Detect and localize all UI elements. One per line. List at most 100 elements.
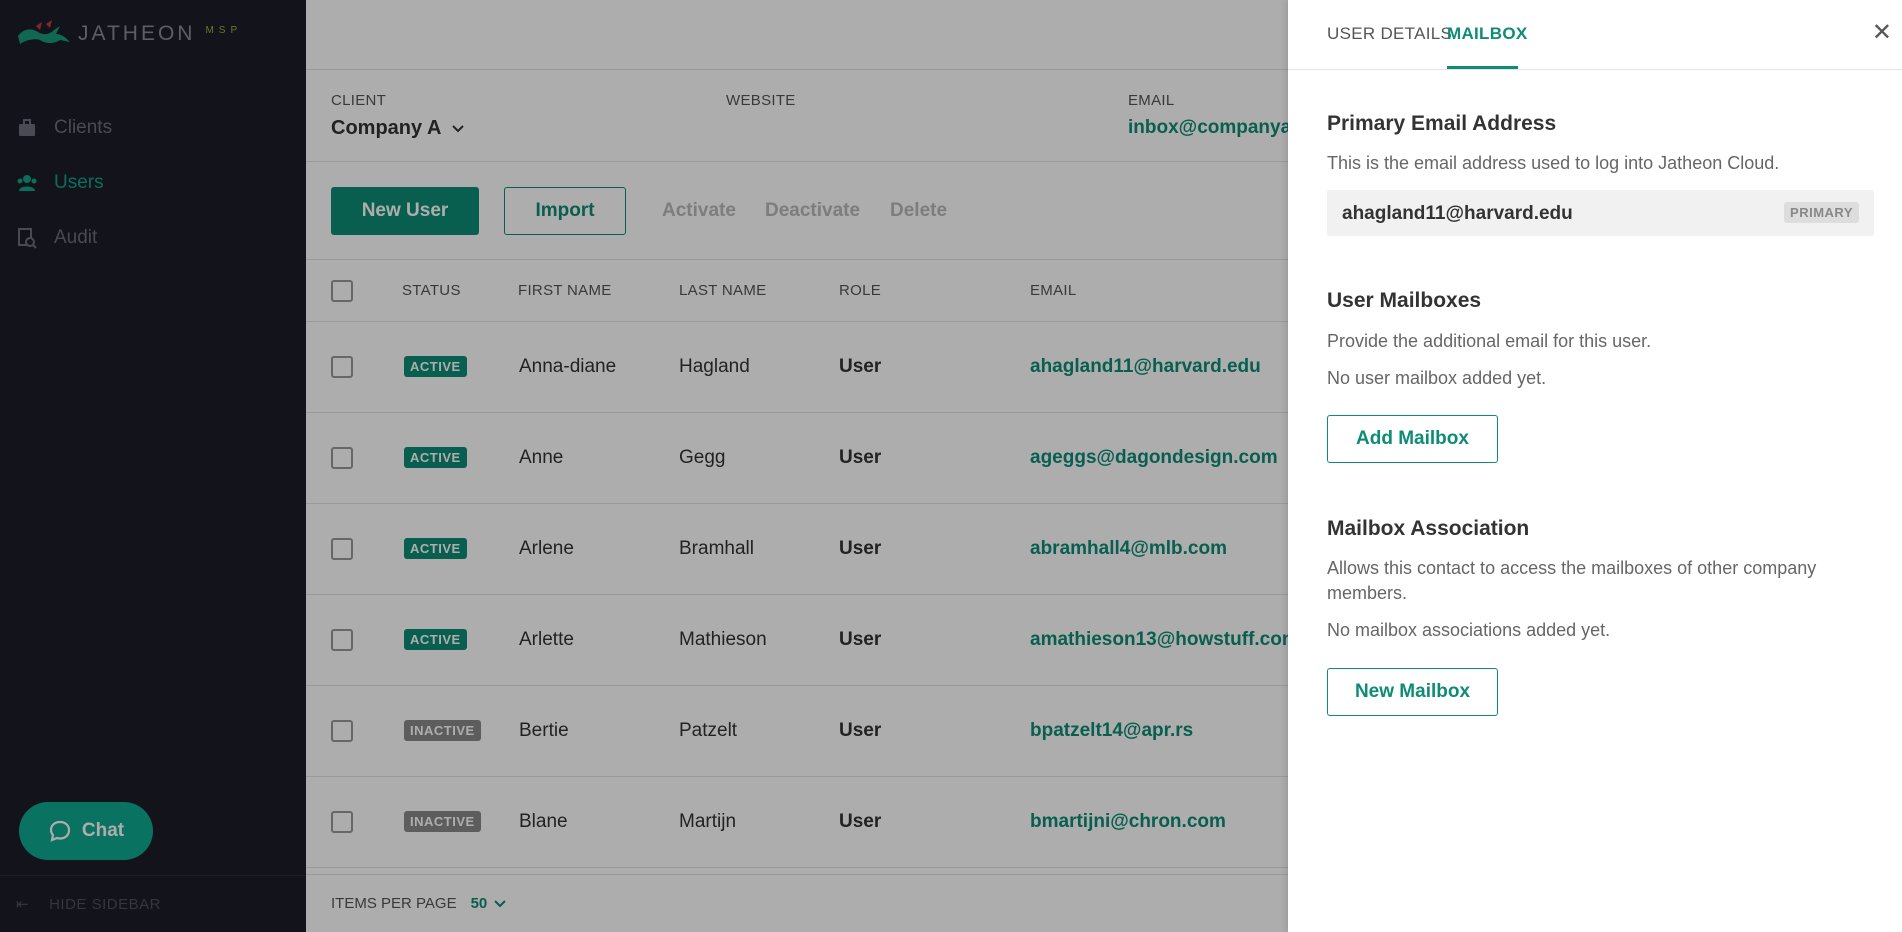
header-last-name[interactable]: LAST NAME: [679, 282, 766, 299]
chat-bubble-icon: [49, 820, 70, 842]
sidebar-item-audit[interactable]: Audit: [0, 210, 306, 265]
close-icon[interactable]: ✕: [1872, 18, 1892, 47]
email-field: EMAIL inbox@companya.: [1128, 92, 1296, 139]
client-email-link[interactable]: inbox@companya.: [1128, 117, 1296, 139]
audit-search-icon: [16, 227, 38, 249]
last-name-cell: Martijn: [679, 811, 737, 832]
last-name-cell: Mathieson: [679, 629, 767, 650]
primary-email-box: ahagland11@harvard.edu PRIMARY: [1327, 190, 1874, 236]
role-cell: User: [839, 447, 882, 468]
first-name-cell: Anne: [519, 447, 564, 468]
row-checkbox[interactable]: [331, 538, 353, 560]
first-name-cell: Arlene: [519, 538, 574, 559]
mailbox-association-empty: No mailbox associations added yet.: [1327, 620, 1611, 640]
status-badge: INACTIVE: [404, 720, 481, 741]
row-checkbox[interactable]: [331, 356, 353, 378]
first-name-cell: Arlette: [519, 629, 574, 650]
logo[interactable]: JATHEON MSP: [16, 20, 242, 48]
sidebar-nav: Clients Users Audit: [0, 100, 306, 265]
role-cell: User: [839, 356, 882, 377]
active-tab-indicator: [1447, 66, 1518, 69]
sidebar-item-users[interactable]: Users: [0, 155, 306, 210]
status-badge: ACTIVE: [404, 447, 467, 468]
deactivate-button[interactable]: Deactivate: [765, 200, 860, 222]
mailbox-association-title: Mailbox Association: [1327, 517, 1530, 540]
select-all-checkbox[interactable]: [331, 280, 353, 302]
hide-sidebar-button[interactable]: ⇤ HIDE SIDEBAR: [0, 875, 306, 932]
status-badge: ACTIVE: [404, 629, 467, 650]
logo-text: JATHEON: [78, 22, 196, 45]
email-cell[interactable]: bmartijni@chron.com: [1030, 811, 1226, 833]
dragon-logo-icon: [18, 20, 70, 44]
hide-sidebar-label: HIDE SIDEBAR: [49, 895, 161, 913]
header-first-name[interactable]: FIRST NAME: [518, 282, 612, 299]
chat-button[interactable]: Chat: [19, 802, 153, 860]
tab-mailbox[interactable]: MAILBOX: [1447, 24, 1527, 44]
primary-email-title: Primary Email Address: [1327, 112, 1557, 135]
client-value: Company A: [331, 117, 442, 139]
primary-email-desc: This is the email address used to log in…: [1327, 153, 1780, 173]
user-mailboxes-desc: Provide the additional email for this us…: [1327, 331, 1652, 351]
role-cell: User: [839, 720, 882, 741]
row-checkbox[interactable]: [331, 447, 353, 469]
row-checkbox[interactable]: [331, 811, 353, 833]
sidebar-item-label: Users: [54, 171, 104, 193]
last-name-cell: Patzelt: [679, 720, 738, 741]
website-label: WEBSITE: [726, 92, 796, 109]
first-name-cell: Anna-diane: [519, 356, 617, 377]
chevron-down-icon: [452, 124, 465, 132]
row-checkbox[interactable]: [331, 629, 353, 651]
first-name-cell: Bertie: [519, 720, 569, 741]
sidebar-item-label: Clients: [54, 116, 113, 138]
panel-tabs: USER DETAILS MAILBOX ✕: [1288, 0, 1902, 70]
briefcase-icon: [16, 117, 38, 139]
header-role[interactable]: ROLE: [839, 282, 881, 299]
last-name-cell: Gegg: [679, 447, 726, 468]
user-detail-panel: USER DETAILS MAILBOX ✕ Primary Email Add…: [1288, 0, 1902, 932]
email-cell[interactable]: abramhall4@mlb.com: [1030, 538, 1227, 560]
primary-badge: PRIMARY: [1784, 202, 1859, 223]
email-cell[interactable]: bpatzelt14@apr.rs: [1030, 720, 1193, 742]
sidebar-item-clients[interactable]: Clients: [0, 100, 306, 155]
items-per-page-label: ITEMS PER PAGE: [331, 895, 457, 912]
user-mailboxes-title: User Mailboxes: [1327, 289, 1482, 312]
items-per-page-select[interactable]: 50: [471, 895, 508, 912]
status-badge: INACTIVE: [404, 811, 481, 832]
activate-button[interactable]: Activate: [662, 200, 736, 222]
sidebar-item-label: Audit: [54, 226, 98, 248]
first-name-cell: Blane: [519, 811, 568, 832]
new-mailbox-button[interactable]: New Mailbox: [1327, 668, 1498, 716]
header-email[interactable]: EMAIL: [1030, 282, 1077, 299]
user-mailboxes-empty: No user mailbox added yet.: [1327, 368, 1547, 388]
email-cell[interactable]: amathieson13@howstuff.com: [1030, 629, 1299, 651]
email-label: EMAIL: [1128, 92, 1175, 109]
logo-subtext: MSP: [205, 24, 243, 36]
collapse-left-icon: ⇤: [16, 896, 30, 913]
delete-button[interactable]: Delete: [890, 200, 947, 222]
role-cell: User: [839, 811, 882, 832]
row-checkbox[interactable]: [331, 720, 353, 742]
last-name-cell: Bramhall: [679, 538, 754, 559]
mailbox-association-desc: Allows this contact to access the mailbo…: [1327, 558, 1817, 603]
sidebar: JATHEON MSP Clients Users Audit Chat ⇤ H…: [0, 0, 306, 932]
client-field: CLIENT Company A: [331, 92, 465, 140]
primary-email-value: ahagland11@harvard.edu: [1342, 203, 1573, 224]
users-icon: [16, 172, 38, 194]
items-per-page-value: 50: [470, 895, 488, 912]
tab-user-details[interactable]: USER DETAILS: [1327, 24, 1452, 44]
client-select[interactable]: Company A: [331, 117, 465, 140]
last-name-cell: Hagland: [679, 356, 750, 377]
add-mailbox-button[interactable]: Add Mailbox: [1327, 415, 1498, 463]
status-badge: ACTIVE: [404, 356, 467, 377]
header-status[interactable]: STATUS: [402, 282, 461, 299]
email-cell[interactable]: ageggs@dagondesign.com: [1030, 447, 1278, 469]
role-cell: User: [839, 629, 882, 650]
role-cell: User: [839, 538, 882, 559]
email-cell[interactable]: ahagland11@harvard.edu: [1030, 356, 1261, 378]
import-button[interactable]: Import: [504, 187, 626, 235]
new-user-button[interactable]: New User: [331, 187, 479, 235]
website-field: WEBSITE: [726, 92, 796, 117]
client-label: CLIENT: [331, 92, 387, 109]
status-badge: ACTIVE: [404, 538, 467, 559]
chevron-down-icon: [494, 899, 506, 907]
